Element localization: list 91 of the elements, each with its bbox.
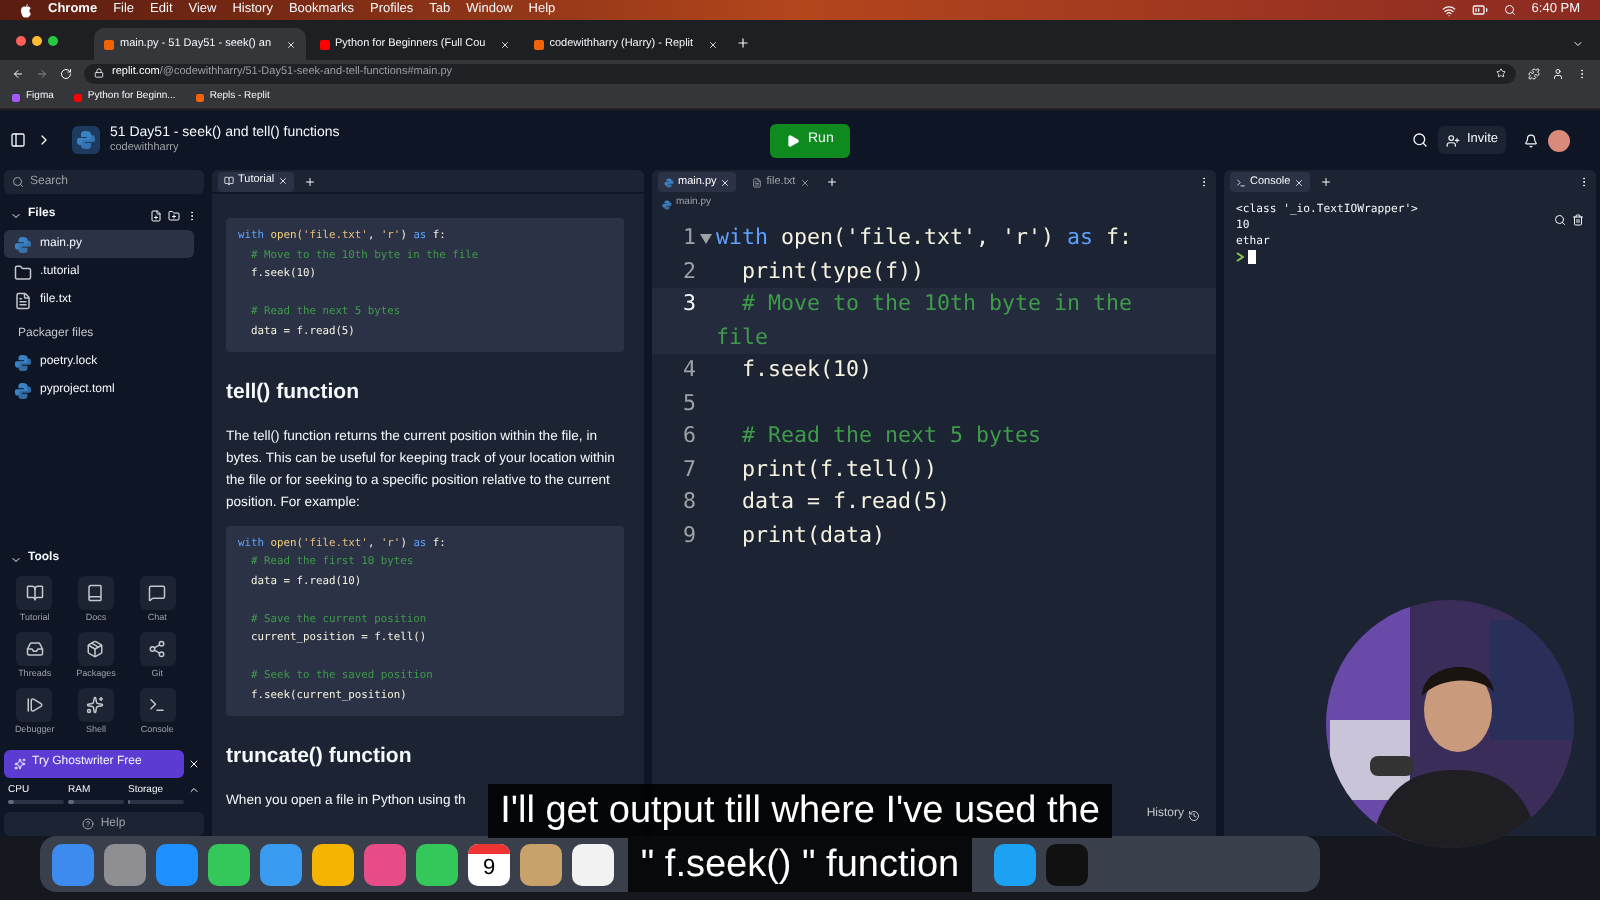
sparkle-icon xyxy=(14,757,26,769)
tab-favicon-icon xyxy=(104,39,114,49)
book-icon xyxy=(86,584,105,603)
search-icon[interactable] xyxy=(1554,214,1566,226)
minimize-window-icon[interactable] xyxy=(32,35,42,45)
text-file-icon xyxy=(752,177,763,187)
terminal-icon xyxy=(148,695,167,714)
line-number: 8 xyxy=(680,486,696,518)
collapse-icon[interactable] xyxy=(10,209,22,221)
app-icon[interactable] xyxy=(520,843,562,885)
terminal-icon xyxy=(1236,177,1246,187)
book-icon xyxy=(224,176,234,186)
subtitle-text: " f.seek() " function xyxy=(628,838,972,892)
bookmark-star-icon[interactable] xyxy=(1496,68,1506,78)
code-text: # Read the next 5 bytes xyxy=(740,420,1044,452)
prompt-icon xyxy=(1236,252,1244,262)
app-icon[interactable] xyxy=(208,843,250,885)
line-number: 6 xyxy=(680,420,696,452)
lock-icon xyxy=(94,68,104,78)
new-file-icon[interactable] xyxy=(150,209,162,221)
code-text: print(f.tell()) xyxy=(740,453,940,485)
zoom-window-icon[interactable] xyxy=(48,35,58,45)
code-text: with open('file.txt', 'r') as f: xyxy=(716,222,1135,254)
new-tab-icon[interactable] xyxy=(1320,176,1333,188)
branch-icon xyxy=(148,640,167,658)
reload-icon[interactable] xyxy=(60,67,72,79)
history-icon xyxy=(1188,809,1200,821)
code-text: print(data) xyxy=(740,519,888,551)
text-file-icon xyxy=(14,291,32,309)
python-file-icon xyxy=(14,381,32,399)
python-file-icon xyxy=(662,199,672,209)
code-text: f.seek(10) xyxy=(740,354,875,386)
step-icon xyxy=(25,695,44,714)
extensions-icon[interactable] xyxy=(1528,67,1540,79)
add-user-icon xyxy=(1446,133,1461,147)
new-tab-icon[interactable] xyxy=(304,175,317,187)
repl-menu-icon[interactable] xyxy=(36,132,52,148)
app-icon[interactable] xyxy=(572,843,614,885)
new-tab-icon[interactable] xyxy=(735,36,750,50)
battery-icon[interactable] xyxy=(1471,2,1488,18)
search-icon xyxy=(12,176,24,188)
apple-icon[interactable] xyxy=(20,3,32,17)
expand-icon[interactable] xyxy=(188,783,200,795)
search-icon[interactable] xyxy=(1412,132,1429,148)
help-icon xyxy=(82,818,95,830)
book-icon xyxy=(25,584,44,603)
collapse-icon[interactable] xyxy=(10,553,22,566)
bookmark-favicon-icon xyxy=(195,93,204,101)
bookmark-favicon-icon xyxy=(73,93,82,101)
inbox-icon xyxy=(25,640,44,658)
avatar[interactable] xyxy=(1548,129,1570,151)
wifi-icon[interactable] xyxy=(1441,3,1456,17)
code-text: print(type(f)) xyxy=(740,255,927,287)
fold-icon[interactable] xyxy=(700,233,712,244)
notification-icon[interactable] xyxy=(1524,133,1538,147)
bookmark-favicon-icon xyxy=(12,93,20,101)
folder-icon xyxy=(14,263,32,281)
tab-favicon-icon xyxy=(319,39,330,49)
text-cursor xyxy=(1248,250,1256,264)
python-file-icon xyxy=(14,353,32,371)
sidebar-toggle-icon[interactable] xyxy=(10,132,26,148)
close-window-icon[interactable] xyxy=(16,35,26,45)
line-number: 1 xyxy=(680,222,696,254)
code-text: # Move to the 10th byte in the file xyxy=(716,288,1135,353)
app-icon[interactable] xyxy=(416,843,458,885)
line-number: 3 xyxy=(680,288,696,320)
code-text: data = f.read(5) xyxy=(740,486,953,518)
profile-icon[interactable] xyxy=(1552,67,1564,79)
python-file-icon xyxy=(664,177,674,187)
chat-icon xyxy=(148,584,167,603)
subtitle-text: I'll get output till where I've used the xyxy=(488,784,1112,838)
sparkle-icon xyxy=(86,695,105,714)
app-icon[interactable] xyxy=(312,843,354,885)
section-heading: tell() function xyxy=(226,378,361,408)
line-number: 2 xyxy=(680,255,696,287)
new-tab-icon[interactable] xyxy=(825,176,838,188)
calendar-day: 9 xyxy=(482,853,496,881)
line-number: 4 xyxy=(680,354,696,386)
tab-list-icon[interactable] xyxy=(1572,38,1584,50)
package-icon xyxy=(86,640,105,658)
line-number: 9 xyxy=(680,519,696,551)
line-number: 7 xyxy=(680,453,696,485)
trash-icon[interactable] xyxy=(1572,214,1584,226)
play-icon xyxy=(786,133,800,147)
python-file-icon xyxy=(14,235,32,253)
new-folder-icon[interactable] xyxy=(168,209,180,221)
line-number: 5 xyxy=(680,387,696,419)
back-icon[interactable] xyxy=(12,67,24,79)
calendar-icon[interactable]: 9 xyxy=(468,843,510,885)
section-heading: truncate() function xyxy=(226,742,414,773)
tab-favicon-icon xyxy=(533,39,544,49)
